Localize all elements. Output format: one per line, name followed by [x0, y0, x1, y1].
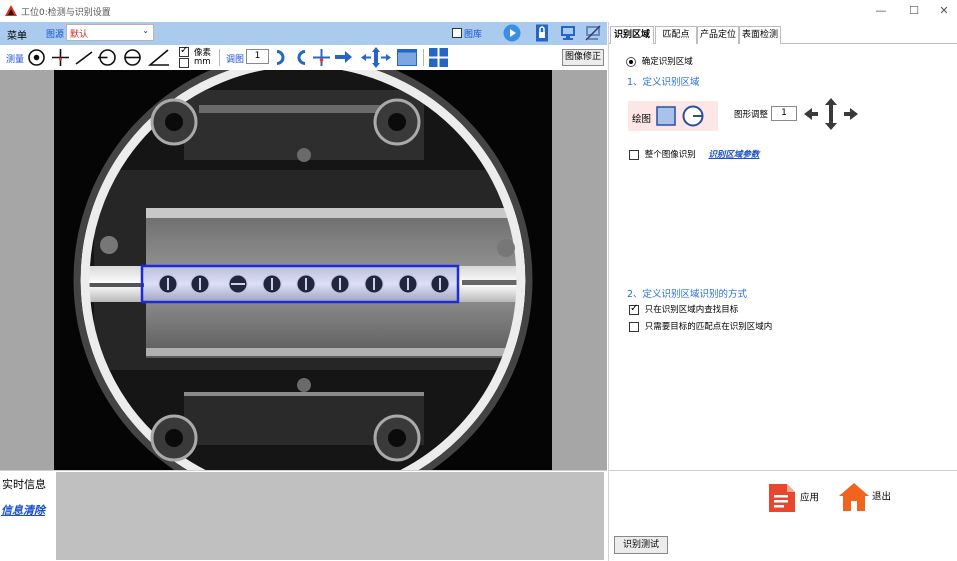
move-arrows-icon[interactable] [360, 47, 392, 68]
draw-label: 绘图 [632, 114, 652, 125]
grid-layout-icon[interactable] [429, 48, 448, 67]
rotate-ccw-icon[interactable] [294, 49, 308, 66]
circle-center-tool-icon[interactable] [27, 48, 46, 67]
menu-bar: 菜单 图源 默认 ⌄ 图库 [0, 22, 607, 45]
window-view-icon[interactable] [397, 49, 417, 66]
tab-product-location[interactable]: 产品定位 [697, 26, 739, 44]
gallery-checkbox[interactable] [452, 28, 462, 38]
adjust-label: 调图 [226, 55, 245, 65]
find-in-region-label: 只在识别区域内查找目标 [644, 305, 739, 315]
rotate-cw-icon[interactable] [274, 49, 288, 66]
apply-button[interactable]: 应用 [767, 483, 819, 513]
apply-label: 应用 [800, 492, 820, 504]
lock-icon[interactable] [535, 24, 549, 42]
confirm-region-radio[interactable] [626, 56, 636, 67]
whole-image-option[interactable]: 整个图像识别 识别区域参数 [629, 148, 759, 160]
play-icon[interactable] [503, 24, 521, 42]
camera-frame-graphic [54, 70, 552, 470]
realtime-info-panel: 实时信息 信息清除 [0, 470, 607, 561]
screw-icon [373, 98, 421, 146]
screw-icon [373, 414, 421, 462]
realtime-info-title: 实时信息 [2, 478, 46, 491]
monitor-icon[interactable] [560, 25, 576, 41]
confirm-region-option[interactable]: 确定识别区域 [626, 55, 693, 67]
whole-image-checkbox[interactable] [629, 149, 639, 160]
chevron-down-icon: ⌄ [142, 26, 149, 35]
arrow-right-icon[interactable] [335, 51, 352, 63]
draw-tools-panel: 绘图 [628, 101, 718, 131]
window-title: 工位0:检测与识别设置 [21, 8, 111, 18]
home-exit-icon [839, 483, 869, 511]
center-cross-icon[interactable] [312, 48, 331, 67]
left-panel: 菜单 图源 默认 ⌄ 图库 测量 ✓ 像素 mm 调图 1 图像修正 实时信息 … [0, 22, 607, 561]
document-apply-icon [769, 484, 795, 512]
title-bar: 工位0:检测与识别设置 — ☐ ✕ [0, 0, 957, 22]
image-source-select[interactable]: 默认 ⌄ [66, 24, 154, 41]
close-button[interactable]: ✕ [935, 3, 953, 19]
roi-rectangle [140, 264, 460, 304]
tab-match-points[interactable]: 匹配点 [655, 26, 697, 44]
exit-button[interactable]: 退出 [839, 483, 891, 511]
tab-bar: 识别区域 匹配点 产品定位 表面检测 [609, 24, 957, 44]
cross-point-tool-icon[interactable] [51, 48, 70, 67]
unit-pixel-checkbox[interactable] [179, 45, 189, 57]
line-tool-icon[interactable] [74, 49, 94, 66]
find-in-region-checkbox[interactable] [629, 303, 639, 315]
panel-divider [609, 470, 957, 471]
section-define-region-title: 1、定义识别区域 [627, 77, 700, 88]
image-fix-button[interactable]: 图像修正 [562, 49, 604, 66]
minimize-button[interactable]: — [872, 3, 890, 19]
section-region-mode-title: 2、定义识别区域识别的方式 [627, 289, 748, 300]
match-in-region-checkbox[interactable] [629, 321, 639, 332]
image-viewer[interactable] [0, 70, 607, 470]
match-in-region-label: 只需要目标的匹配点在识别区域内 [644, 322, 773, 332]
find-in-region-option[interactable]: 只在识别区域内查找目标 [629, 303, 738, 315]
screw-icon [150, 414, 198, 462]
recognition-test-button[interactable]: 识别测试 [614, 536, 668, 554]
toolbar-divider [423, 49, 424, 66]
unit-mm-checkbox[interactable] [179, 58, 189, 68]
rectangle-draw-icon[interactable] [656, 106, 676, 126]
shape-adjust-label: 图形调整 [734, 110, 769, 120]
unit-mm-label: mm [194, 57, 211, 67]
app-logo-icon [5, 5, 17, 16]
image-source-label: 图源 [46, 30, 65, 40]
screw-icon [150, 98, 198, 146]
toolbar-divider [219, 49, 220, 66]
region-params-link[interactable]: 识别区域参数 [708, 150, 759, 160]
image-source-value: 默认 [70, 30, 89, 40]
tab-recognition-region[interactable]: 识别区域 [610, 26, 654, 44]
maximize-button[interactable]: ☐ [905, 3, 923, 19]
match-in-region-option[interactable]: 只需要目标的匹配点在识别区域内 [629, 320, 772, 332]
app-window: 工位0:检测与识别设置 — ☐ ✕ 菜单 图源 默认 ⌄ 图库 测量 ✓ 像素 … [0, 0, 957, 561]
gallery-label: 图库 [464, 30, 483, 40]
menu-button[interactable]: 菜单 [7, 27, 27, 42]
shape-adjust-step-input[interactable]: 1 [771, 106, 797, 121]
confirm-region-label: 确定识别区域 [641, 57, 693, 67]
shape-move-arrows-icon[interactable] [804, 98, 858, 130]
tab-surface-inspection[interactable]: 表面检测 [739, 26, 781, 44]
camera-image[interactable] [54, 70, 552, 470]
right-panel: 识别区域 匹配点 产品定位 表面检测 确定识别区域 1、定义识别区域 绘图 图形… [608, 22, 957, 561]
circle-draw-icon[interactable] [682, 105, 704, 127]
line-circle-tool-icon[interactable] [123, 48, 142, 67]
clear-info-link[interactable]: 信息清除 [1, 502, 45, 518]
measure-toolbar: 测量 ✓ 像素 mm 调图 1 图像修正 [0, 45, 607, 70]
angle-tool-icon[interactable] [148, 48, 170, 67]
exit-label: 退出 [872, 491, 892, 503]
info-log-area[interactable] [56, 472, 604, 560]
whole-image-label: 整个图像识别 [644, 150, 696, 160]
point-to-circle-tool-icon[interactable] [98, 48, 117, 67]
monitor-off-icon[interactable] [585, 25, 601, 41]
measure-label: 测量 [6, 55, 25, 65]
adjust-step-input[interactable]: 1 [246, 49, 269, 64]
